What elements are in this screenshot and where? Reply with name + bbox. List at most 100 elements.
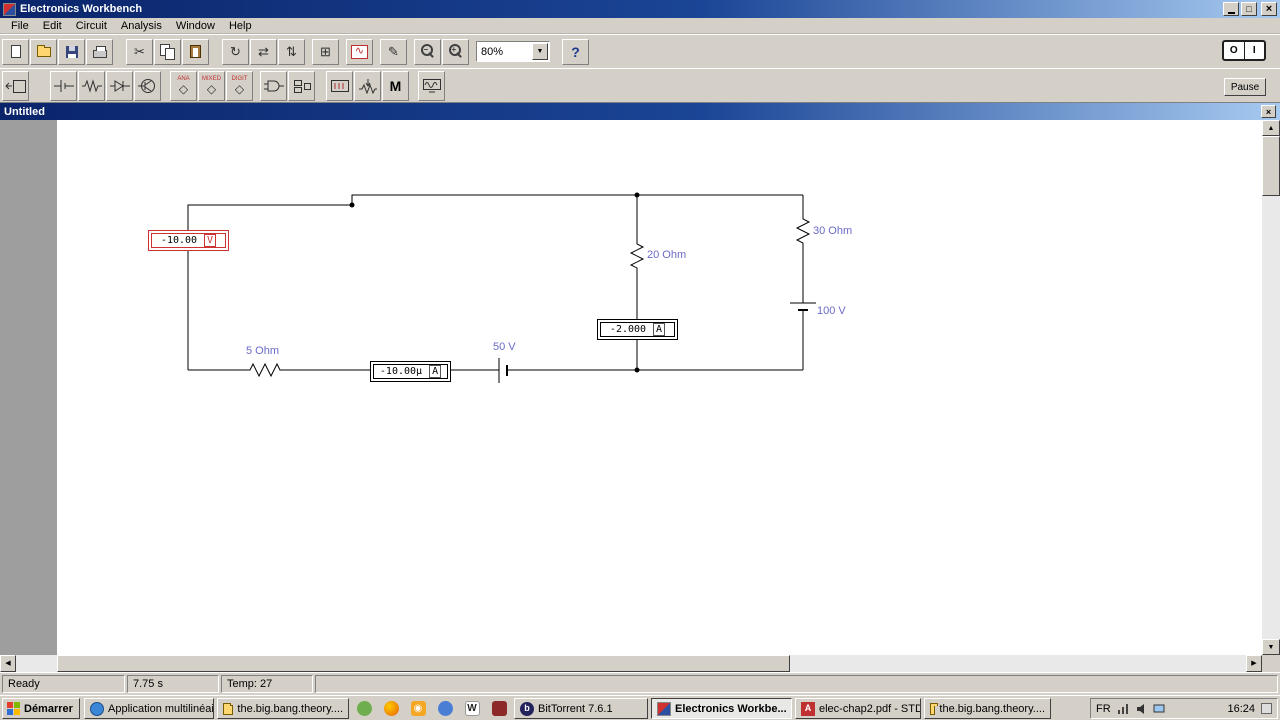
basic-bin-button[interactable] xyxy=(78,70,105,101)
zoom-in-button[interactable]: + xyxy=(442,38,469,65)
menu-file[interactable]: File xyxy=(4,19,36,33)
transistor-icon xyxy=(137,78,155,93)
scroll-right-button[interactable]: ▶ xyxy=(1246,655,1262,672)
transistors-bin-button[interactable] xyxy=(134,70,161,101)
start-button[interactable]: Démarrer xyxy=(2,698,80,719)
horizontal-scrollbar-thumb[interactable] xyxy=(57,655,790,672)
volume-icon[interactable] xyxy=(1135,703,1147,715)
flip-vertical-button[interactable]: ⇅ xyxy=(278,38,305,65)
new-document-button[interactable] xyxy=(2,38,29,65)
flip-horizontal-button[interactable]: ⇄ xyxy=(250,38,277,65)
task-label: BitTorrent 7.6.1 xyxy=(538,702,613,715)
quicklaunch-firefox[interactable] xyxy=(379,698,403,719)
pencil-icon: ✎ xyxy=(388,44,399,59)
menu-window[interactable]: Window xyxy=(169,19,222,33)
power-on-label[interactable]: I xyxy=(1243,42,1265,59)
sources-bin-button[interactable] xyxy=(50,70,77,101)
horizontal-scrollbar[interactable]: ◀ ▶ xyxy=(0,655,1262,672)
minimize-button[interactable] xyxy=(1223,2,1239,16)
copy-icon xyxy=(160,44,175,60)
create-subcircuit-button[interactable]: ⊞ xyxy=(312,38,339,65)
ammeter-middle[interactable]: -2.000 A xyxy=(597,319,678,340)
copy-button[interactable] xyxy=(154,38,181,65)
menu-edit[interactable]: Edit xyxy=(36,19,69,33)
resistor-20ohm[interactable] xyxy=(629,240,645,272)
ammeter-middle-display: -2.000 A xyxy=(600,322,675,337)
task-application[interactable]: Application multilinéair... xyxy=(84,698,214,719)
analog-ics-bin-button[interactable]: ANA ◇ xyxy=(170,70,197,101)
menu-analysis[interactable]: Analysis xyxy=(114,19,169,33)
vertical-scrollbar-thumb[interactable] xyxy=(1262,136,1280,196)
controls-bin-button[interactable] xyxy=(354,70,381,101)
zoom-combobox[interactable]: 80% ▼ xyxy=(476,41,550,62)
task-bittorrent[interactable]: b BitTorrent 7.6.1 xyxy=(514,698,648,719)
ammeter-bottom[interactable]: -10.00µ A xyxy=(370,361,451,382)
scroll-down-button[interactable]: ▼ xyxy=(1262,639,1280,655)
tray-clock[interactable]: 16:24 xyxy=(1227,703,1255,715)
network-icon[interactable] xyxy=(1153,704,1165,714)
power-switch[interactable]: O I xyxy=(1222,40,1266,61)
quicklaunch-red-app[interactable] xyxy=(487,698,511,719)
diodes-bin-button[interactable] xyxy=(106,70,133,101)
ammeter-bottom-display: -10.00µ A xyxy=(373,364,448,379)
maximize-icon: □ xyxy=(1246,3,1252,14)
cut-button[interactable]: ✂ xyxy=(126,38,153,65)
pause-button[interactable]: Pause xyxy=(1224,78,1266,96)
language-indicator[interactable]: FR xyxy=(1096,703,1111,715)
quicklaunch-leaf[interactable] xyxy=(352,698,376,719)
display-graphs-button[interactable]: ∿ xyxy=(346,38,373,65)
battery-100v[interactable] xyxy=(790,302,816,311)
rotate-button[interactable]: ↻ xyxy=(222,38,249,65)
favorites-bin-button[interactable] xyxy=(2,70,29,101)
task-electronics-workbench[interactable]: Electronics Workbe... xyxy=(651,698,792,719)
rotate-icon: ↻ xyxy=(230,44,241,59)
print-button[interactable] xyxy=(86,38,113,65)
task-buttons: Application multilinéair... the.big.bang… xyxy=(84,698,1088,719)
scroll-left-button[interactable]: ◀ xyxy=(0,655,16,672)
component-properties-button[interactable]: ✎ xyxy=(380,38,407,65)
paste-button[interactable] xyxy=(182,38,209,65)
digital-ics-bin-button[interactable]: DIGIT ◇ xyxy=(226,70,253,101)
scroll-up-button[interactable]: ▲ xyxy=(1262,120,1280,136)
help-button[interactable]: ? xyxy=(562,38,589,65)
menu-help[interactable]: Help xyxy=(222,19,259,33)
resistor-5ohm[interactable] xyxy=(245,362,285,378)
power-off-label[interactable]: O xyxy=(1224,42,1244,59)
mixed-ics-bin-button[interactable]: MIXED ◇ xyxy=(198,70,225,101)
menu-circuit[interactable]: Circuit xyxy=(69,19,114,33)
indicators-bin-button[interactable] xyxy=(326,70,353,101)
instruments-bin-button[interactable] xyxy=(418,70,445,101)
vertical-scrollbar[interactable]: ▲ ▼ xyxy=(1262,120,1280,655)
favorites-bin-icon xyxy=(4,79,26,93)
zoom-dropdown-button[interactable]: ▼ xyxy=(532,43,548,60)
task-folder-2[interactable]: the.big.bang.theory.... xyxy=(924,698,1051,719)
taskbar: Démarrer Application multilinéair... the… xyxy=(0,695,1280,720)
new-document-icon xyxy=(10,45,21,58)
system-tray: FR 16:24 xyxy=(1090,698,1278,719)
close-icon: × xyxy=(1265,2,1273,15)
signal-bars-icon[interactable] xyxy=(1117,703,1129,715)
globe-icon xyxy=(90,701,104,716)
task-pdf[interactable]: A elec-chap2.pdf - STD... xyxy=(795,698,921,719)
calendar-icon[interactable] xyxy=(1261,703,1272,714)
task-label: Application multilinéair... xyxy=(108,702,214,715)
logic-gates-bin-button[interactable] xyxy=(260,70,287,101)
resistor-30ohm[interactable] xyxy=(795,215,811,247)
quicklaunch-contacts[interactable] xyxy=(433,698,457,719)
arrow-down-icon: ▼ xyxy=(1267,643,1275,651)
open-button[interactable] xyxy=(30,38,57,65)
task-folder-1[interactable]: the.big.bang.theory.... xyxy=(217,698,349,719)
miscellaneous-bin-button[interactable]: M xyxy=(382,70,409,101)
voltmeter-value: -10.00 xyxy=(160,235,198,246)
quicklaunch-w-app[interactable]: W xyxy=(460,698,484,719)
document-close-button[interactable]: × xyxy=(1261,105,1276,118)
maximize-button[interactable]: □ xyxy=(1241,2,1257,16)
zoom-out-button[interactable]: − xyxy=(414,38,441,65)
circuit-canvas[interactable]: -10.00 V -10.00µ A -2.000 A 5 Ohm 50 V 2… xyxy=(0,120,1262,655)
save-button[interactable] xyxy=(58,38,85,65)
voltmeter[interactable]: -10.00 V xyxy=(148,230,229,251)
digital-bin-button[interactable] xyxy=(288,70,315,101)
quicklaunch-orange-app[interactable]: ◉ xyxy=(406,698,430,719)
battery-50v[interactable] xyxy=(498,358,508,383)
close-button[interactable]: × xyxy=(1261,2,1277,16)
